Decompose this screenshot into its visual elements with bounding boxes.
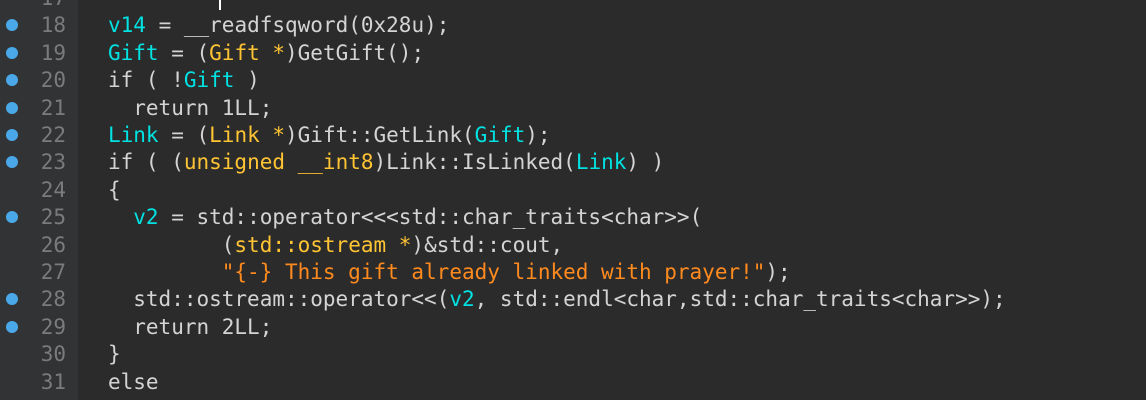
code-text: std::ostream::operator<<(v2, std::endl<c…	[133, 287, 1005, 311]
code-text: Link = (Link *)Gift::GetLink(Gift);	[108, 123, 551, 147]
code-token: )GetGift();	[285, 40, 425, 65]
code-text: "{-} This gift already linked with praye…	[222, 260, 791, 284]
code-token: )&std::cout,	[411, 232, 564, 257]
line-number: 31	[40, 369, 66, 394]
breakpoint-marker-icon[interactable]	[6, 320, 18, 333]
code-line-25[interactable]: 25 v2 = std::operator<<<std::char_traits<…	[0, 203, 1146, 231]
line-number: 27	[40, 260, 66, 284]
code-token: std::ostream *	[234, 232, 412, 257]
line-number: 18	[40, 13, 66, 38]
code-line-23[interactable]: 23 if ( (unsigned __int8)Link::IsLinked(L…	[0, 148, 1146, 176]
line-number: 26	[40, 232, 66, 257]
code-token: "{-} This gift already linked with praye…	[221, 260, 766, 284]
code-token: );	[525, 123, 551, 147]
code-token: }	[108, 342, 121, 367]
code-line-30[interactable]: 30}	[0, 340, 1146, 368]
line-number: 17	[20, 0, 66, 10]
breakpoint-marker-icon[interactable]	[6, 156, 18, 169]
code-line-18[interactable]: 18 v14 = __readfsqword(0x28u);	[0, 11, 1146, 39]
breakpoint-marker-icon[interactable]	[6, 129, 18, 141]
code-token: = __readfsqword(0x28u);	[145, 13, 450, 38]
line-number: 20	[40, 68, 66, 93]
code-text: return 2LL;	[133, 315, 272, 339]
line-number: 22	[40, 123, 66, 147]
line-number: 25	[40, 205, 66, 230]
code-line-31[interactable]: 31 else	[0, 368, 1146, 396]
code-line-29[interactable]: 29 return 2LL;	[0, 313, 1146, 341]
code-token: v2	[133, 205, 159, 230]
code-text: Gift = (Gift *)GetGift();	[108, 41, 424, 65]
code-line-26[interactable]: 26 (std::ostream *)&std::cout,	[0, 231, 1146, 259]
code-token: Link	[108, 123, 159, 147]
code-token: Gift	[108, 40, 159, 65]
code-token: )Gift::GetLink(	[285, 123, 475, 147]
code-token: );	[765, 260, 791, 284]
code-text: }	[108, 342, 121, 366]
code-text: else	[108, 370, 159, 394]
line-number: 29	[40, 314, 66, 339]
line-number: 28	[40, 287, 66, 312]
code-line-22[interactable]: 22 Link = (Link *)Gift::GetLink(Gift);	[0, 121, 1146, 149]
text-cursor	[219, 0, 221, 10]
code-token: (	[221, 232, 235, 257]
code-text: if ( !Gift )	[108, 68, 260, 92]
code-token: return 1LL;	[133, 95, 273, 120]
code-line-20[interactable]: 20 if ( !Gift )	[0, 66, 1146, 94]
code-text: v2 = std::operator<<<std::char_traits<ch…	[133, 205, 702, 229]
breakpoint-marker-icon[interactable]	[6, 293, 18, 306]
code-token: else	[108, 369, 159, 394]
breakpoint-marker-icon[interactable]	[6, 19, 18, 32]
code-token: v14	[108, 13, 146, 38]
code-line-27[interactable]: 27 "{-} This gift already linked with pra…	[0, 258, 1146, 286]
code-line-24[interactable]: 24 {	[0, 176, 1146, 204]
code-text: {	[108, 178, 121, 202]
code-token: return 2LL;	[133, 314, 273, 339]
code-token: Link *	[209, 123, 286, 147]
line-number: 24	[40, 177, 66, 202]
code-text: (std::ostream *)&std::cout,	[222, 233, 563, 257]
line-number: 23	[40, 150, 66, 175]
code-line-28[interactable]: 28 std::ostream::operator<<(v2, std::endl…	[0, 285, 1146, 313]
code-text: return 1LL;	[133, 96, 272, 120]
code-token: )Link::IsLinked(	[373, 150, 576, 175]
line-number: 30	[40, 342, 66, 367]
code-token: Link	[575, 150, 627, 175]
code-token: )	[234, 68, 260, 93]
code-token: v2	[449, 287, 475, 312]
code-token: unsigned __int8	[183, 150, 374, 175]
code-token: if ( !	[108, 68, 184, 93]
code-token: if ( (	[108, 150, 184, 175]
breakpoint-marker-icon[interactable]	[6, 211, 18, 224]
code-token: = (	[158, 40, 210, 65]
code-token: std::ostream::operator<<(	[133, 287, 450, 312]
code-text: v14 = __readfsqword(0x28u);	[108, 13, 449, 37]
breakpoint-marker-icon[interactable]	[6, 46, 18, 59]
code-line-21[interactable]: 21 return 1LL;	[0, 94, 1146, 122]
code-token: , std::endl<char,std::char_traits<char>>…	[474, 287, 1006, 312]
line-number: 19	[40, 40, 66, 65]
code-editor[interactable]: 17 18 v14 = __readfsqword(0x28u); 19 Gift = …	[0, 0, 1146, 400]
code-line-17[interactable]: 17	[0, 0, 1146, 12]
code-token: Gift	[474, 123, 526, 147]
code-token: = std::operator<<<std::char_traits<char>…	[158, 205, 703, 230]
code-token: Gift	[183, 68, 235, 93]
code-token: = (	[158, 123, 210, 147]
code-token: ) )	[626, 150, 665, 175]
breakpoint-marker-icon[interactable]	[6, 101, 18, 114]
code-token: Gift *	[209, 40, 286, 65]
code-token: {	[108, 177, 121, 202]
code-line-19[interactable]: 19 Gift = (Gift *)GetGift();	[0, 39, 1146, 67]
line-number: 21	[40, 95, 66, 120]
code-text: if ( (unsigned __int8)Link::IsLinked(Lin…	[108, 150, 664, 174]
breakpoint-marker-icon[interactable]	[6, 74, 18, 87]
